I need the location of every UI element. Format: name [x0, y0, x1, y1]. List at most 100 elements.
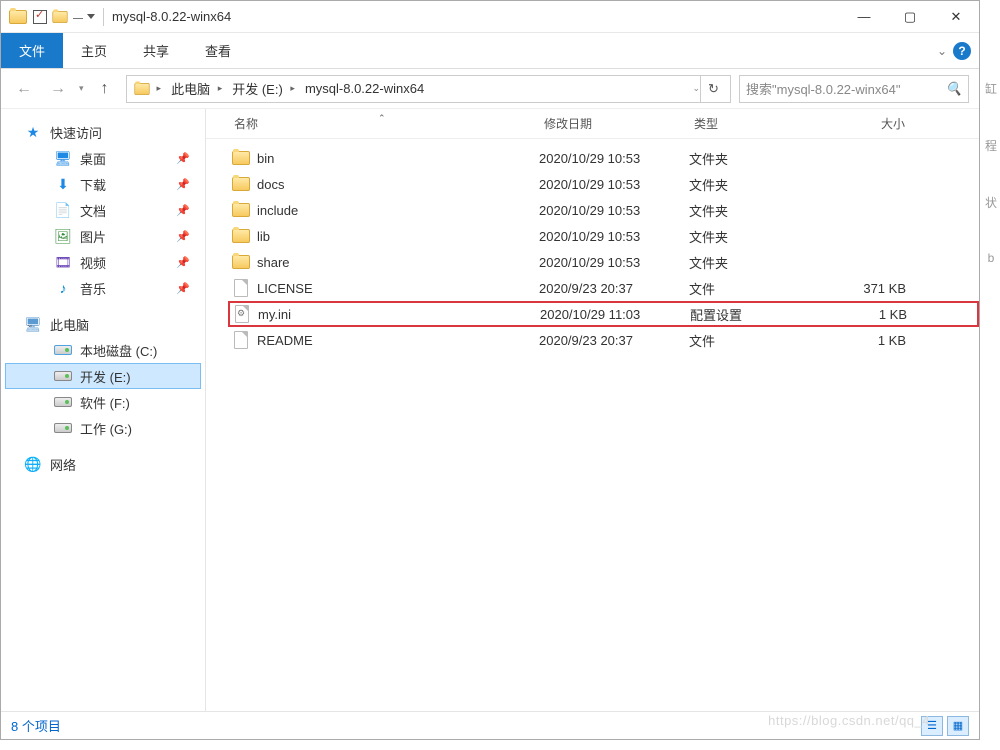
- file-date: 2020/10/29 11:03: [540, 307, 690, 322]
- qat-dropdown-icon[interactable]: [87, 14, 95, 19]
- col-size[interactable]: 大小: [833, 115, 923, 132]
- sidebar-quick-access[interactable]: ★ 快速访问: [5, 119, 201, 145]
- expand-icon[interactable]: ⌄: [26, 319, 34, 330]
- ribbon-expand-icon[interactable]: ⌄: [937, 44, 947, 58]
- col-date[interactable]: 修改日期: [538, 115, 688, 132]
- file-pane: 名称⌃ 修改日期 类型 大小 bin2020/10/29 10:53文件夹doc…: [206, 109, 979, 711]
- file-row[interactable]: LICENSE2020/9/23 20:37文件371 KB: [228, 275, 979, 301]
- col-name[interactable]: 名称⌃: [228, 115, 538, 132]
- file-date: 2020/10/29 10:53: [539, 229, 689, 244]
- file-size: 1 KB: [834, 333, 924, 348]
- address-dropdown-icon[interactable]: ⌄: [692, 83, 700, 94]
- drive-icon: [54, 397, 72, 407]
- file-name: LICENSE: [253, 281, 539, 296]
- address-folder-icon: [134, 83, 149, 95]
- refresh-button[interactable]: ↻: [700, 76, 726, 102]
- star-icon: ★: [24, 124, 42, 141]
- tab-home[interactable]: 主页: [63, 33, 125, 68]
- file-row[interactable]: include2020/10/29 10:53文件夹: [228, 197, 979, 223]
- sidebar-item[interactable]: ⬇下载📌: [5, 171, 201, 197]
- file-size: 1 KB: [835, 307, 925, 322]
- file-row[interactable]: docs2020/10/29 10:53文件夹: [228, 171, 979, 197]
- pin-icon: 📌: [176, 282, 190, 295]
- col-type[interactable]: 类型: [688, 115, 833, 132]
- history-dropdown-icon[interactable]: ▾: [79, 83, 84, 94]
- back-button[interactable]: ←: [11, 76, 37, 102]
- search-input[interactable]: 搜索"mysql-8.0.22-winx64" 🔍: [739, 75, 969, 103]
- file-type: 文件夹: [689, 201, 834, 220]
- qat-check-icon[interactable]: [33, 10, 47, 24]
- ini-file-icon: [235, 305, 249, 323]
- up-button[interactable]: ↑: [92, 76, 118, 102]
- item-count: 8 个项目: [11, 716, 61, 735]
- sidebar-item-label: 开发 (E:): [80, 367, 131, 386]
- desktop-icon: 🖥: [54, 150, 72, 167]
- chevron-right-icon[interactable]: ▸: [157, 83, 162, 94]
- sidebar-item-label: 音乐: [80, 279, 106, 298]
- minimize-button[interactable]: ―: [841, 1, 887, 33]
- sidebar-drive[interactable]: 开发 (E:): [5, 363, 201, 389]
- search-icon[interactable]: 🔍: [946, 81, 962, 97]
- window-controls: ― ▢ ✕: [841, 1, 979, 33]
- view-icons-button[interactable]: ▦: [947, 716, 969, 736]
- tab-share[interactable]: 共享: [125, 33, 187, 68]
- music-icon: ♪: [54, 280, 72, 296]
- file-row[interactable]: bin2020/10/29 10:53文件夹: [228, 145, 979, 171]
- file-name: my.ini: [254, 307, 540, 322]
- tab-view[interactable]: 查看: [187, 33, 249, 68]
- help-icon[interactable]: ?: [953, 42, 971, 60]
- folder-icon: [9, 10, 27, 24]
- sidebar-drive[interactable]: 软件 (F:): [5, 389, 201, 415]
- sidebar-item-label: 桌面: [80, 149, 106, 168]
- video-icon: 🎞: [54, 254, 72, 271]
- folder-icon: [232, 177, 250, 191]
- body: ★ 快速访问 🖥桌面📌⬇下载📌📄文档📌🖼图片📌🎞视频📌♪音乐📌 ⌄ 🖥 此电脑 …: [1, 109, 979, 711]
- address-bar[interactable]: ▸ 此电脑 ▸ 开发 (E:) ▸ mysql-8.0.22-winx64 ⌄ …: [126, 75, 731, 103]
- pin-icon: 📌: [176, 256, 190, 269]
- close-button[interactable]: ✕: [933, 1, 979, 33]
- forward-button[interactable]: →: [45, 76, 71, 102]
- document-icon: 📄: [54, 202, 72, 219]
- folder-icon: [232, 255, 250, 269]
- file-date: 2020/10/29 10:53: [539, 203, 689, 218]
- pin-icon: 📌: [176, 178, 190, 191]
- tab-file[interactable]: 文件: [1, 33, 63, 68]
- file-name: docs: [253, 177, 539, 192]
- sidebar-item-label: 文档: [80, 201, 106, 220]
- sidebar-item[interactable]: 📄文档📌: [5, 197, 201, 223]
- sidebar-item[interactable]: 🖥 桌面 📌: [5, 145, 201, 171]
- sidebar-this-pc[interactable]: ⌄ 🖥 此电脑: [5, 311, 201, 337]
- pin-icon: 📌: [176, 152, 190, 165]
- folder-icon: [232, 203, 250, 217]
- sidebar-item[interactable]: 🎞视频📌: [5, 249, 201, 275]
- breadcrumb-root[interactable]: 此电脑 ▸: [167, 76, 226, 102]
- title-icons: [9, 10, 27, 24]
- file-row[interactable]: my.ini2020/10/29 11:03配置设置1 KB: [228, 301, 979, 327]
- file-date: 2020/10/29 10:53: [539, 177, 689, 192]
- file-type: 文件夹: [689, 227, 834, 246]
- breadcrumb-seg[interactable]: mysql-8.0.22-winx64: [301, 76, 428, 102]
- os-drive-icon: [54, 345, 72, 355]
- explorer-window: mysql-8.0.22-winx64 ― ▢ ✕ 文件 主页 共享 查看 ⌄ …: [0, 0, 980, 740]
- file-type: 文件: [689, 331, 834, 350]
- file-name: README: [253, 333, 539, 348]
- nav-row: ← → ▾ ↑ ▸ 此电脑 ▸ 开发 (E:) ▸ mysql-8.0.22-w…: [1, 69, 979, 109]
- file-row[interactable]: README2020/9/23 20:37文件1 KB: [228, 327, 979, 353]
- file-name: lib: [253, 229, 539, 244]
- file-row[interactable]: share2020/10/29 10:53文件夹: [228, 249, 979, 275]
- folder-icon: [232, 229, 250, 243]
- qat-folder-icon[interactable]: [52, 11, 67, 23]
- column-headers[interactable]: 名称⌃ 修改日期 类型 大小: [206, 109, 979, 139]
- quick-access-toolbar[interactable]: [33, 10, 95, 24]
- file-icon: [234, 331, 248, 349]
- sidebar-drive[interactable]: 本地磁盘 (C:): [5, 337, 201, 363]
- sidebar-drive[interactable]: 工作 (G:): [5, 415, 201, 441]
- file-row[interactable]: lib2020/10/29 10:53文件夹: [228, 223, 979, 249]
- breadcrumb-seg[interactable]: 开发 (E:) ▸: [228, 76, 299, 102]
- sidebar-item[interactable]: ♪ 音乐 📌: [5, 275, 201, 301]
- sidebar-network[interactable]: 🌐 网络: [5, 451, 201, 477]
- maximize-button[interactable]: ▢: [887, 1, 933, 33]
- sidebar-item[interactable]: 🖼图片📌: [5, 223, 201, 249]
- file-type: 文件: [689, 279, 834, 298]
- sidebar-item-label: 下载: [80, 175, 106, 194]
